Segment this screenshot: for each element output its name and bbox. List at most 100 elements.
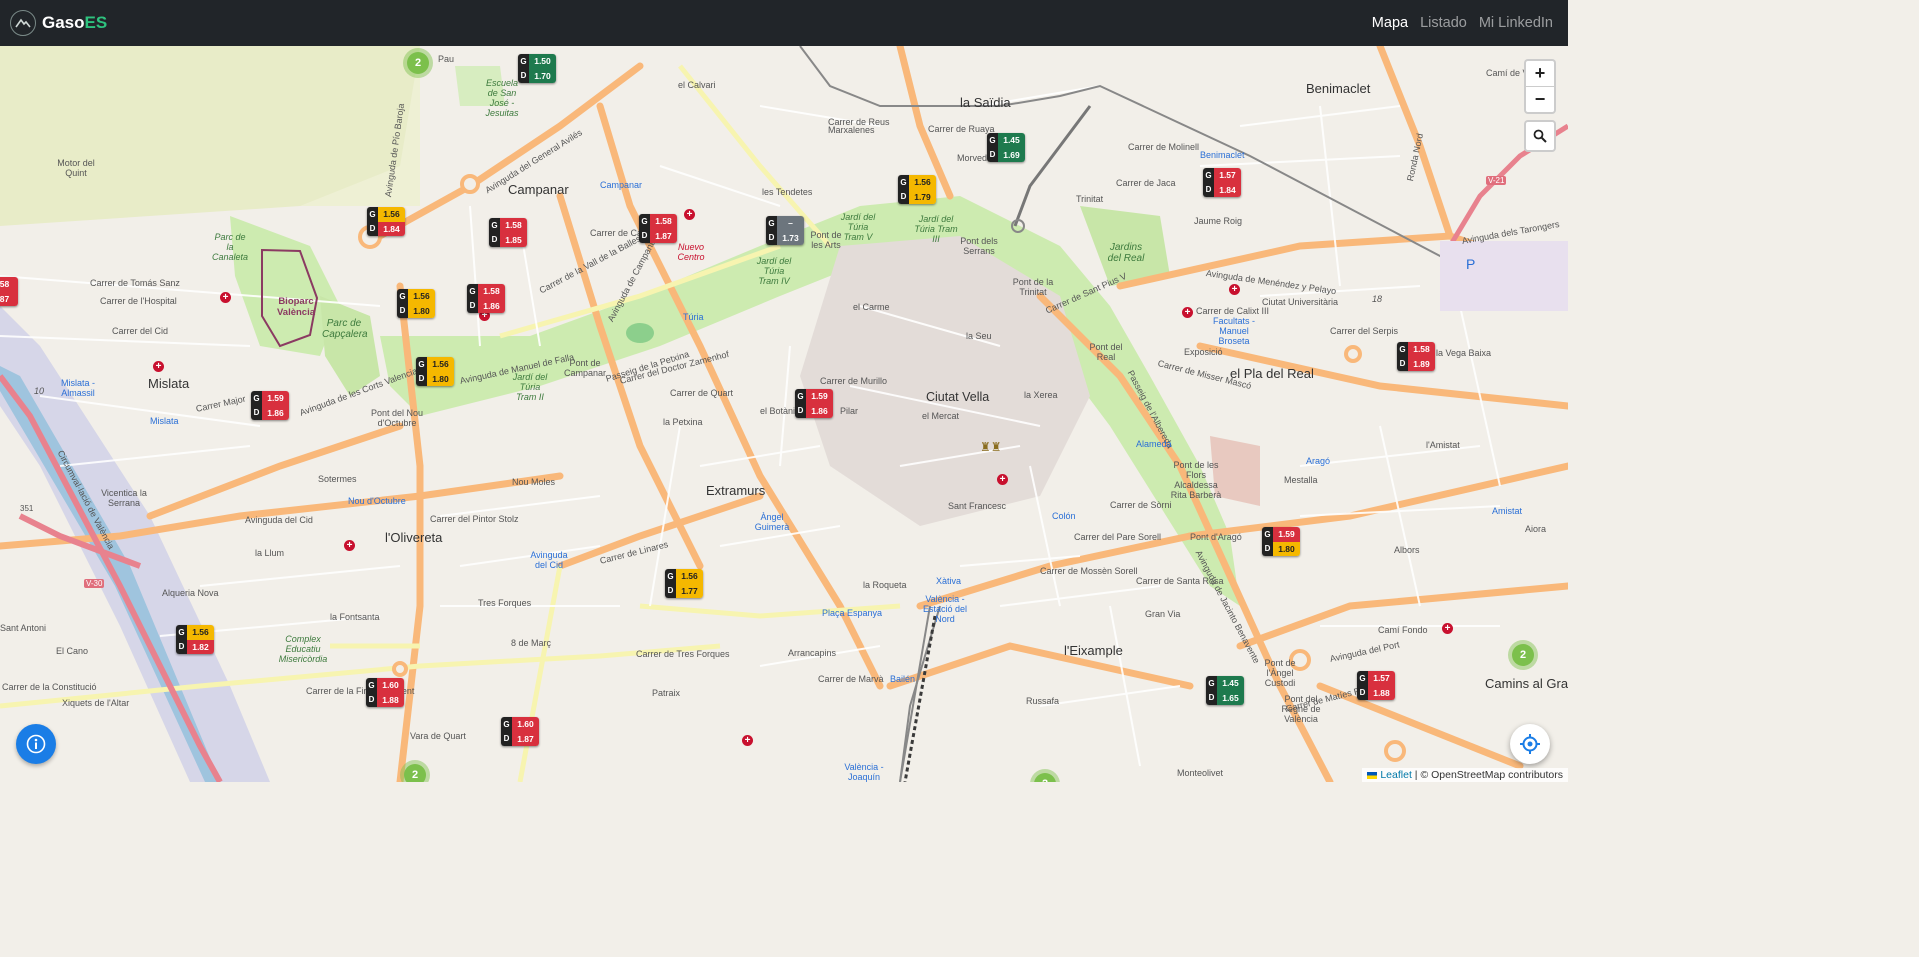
fuel-station-marker[interactable]: G 1.56 D 1.80 [397, 289, 435, 318]
zoom-out-button[interactable]: − [1526, 86, 1554, 112]
neighborhood-label: Patraix [652, 688, 681, 698]
pharmacy-icon[interactable]: + [742, 735, 753, 746]
fuel-station-marker[interactable]: G 1.59 D 1.80 [1262, 527, 1300, 556]
neighborhood-label: Vara de Quart [410, 731, 466, 741]
gasoline-price-row: G 1.60 [501, 717, 539, 732]
fuel-station-marker[interactable]: G 1.50 D 1.70 [518, 54, 556, 83]
diesel-price: 1.88 [377, 692, 404, 707]
neighborhood-label: la Roqueta [863, 580, 907, 590]
diesel-price-row: D87 [0, 291, 18, 306]
road-shield: V-30 [84, 579, 105, 588]
fuel-station-marker[interactable]: G 1.58 D 1.87 [639, 214, 677, 243]
fuel-station-marker[interactable]: G 1.57 D 1.88 [1357, 671, 1395, 700]
pharmacy-icon[interactable]: + [1229, 284, 1240, 295]
fuel-station-marker[interactable]: G 1.58 D 1.86 [467, 284, 505, 313]
gasoline-price: 1.58 [650, 214, 677, 229]
leaflet-link[interactable]: Leaflet [1380, 769, 1412, 781]
neighborhood-label: El Cano [56, 646, 89, 656]
fuel-station-marker[interactable]: G 1.45 D 1.65 [1206, 676, 1244, 705]
nav-link-linkedin[interactable]: Mi LinkedIn [1479, 15, 1553, 31]
pharmacy-icon[interactable]: + [1442, 623, 1453, 634]
diesel-price-row: D 1.89 [1397, 356, 1435, 371]
station-cluster[interactable]: 2 [404, 764, 426, 782]
search-button[interactable] [1524, 120, 1556, 152]
gasoline-price: 1.45 [998, 133, 1025, 148]
fuel-station-marker[interactable]: G 1.56 D 1.82 [176, 625, 214, 654]
fuel-station-marker[interactable]: G 1.56 D 1.79 [898, 175, 936, 204]
fuel-station-marker[interactable]: G 1.58 D 1.89 [1397, 342, 1435, 371]
info-button[interactable] [16, 724, 56, 764]
neighborhood-label: Russafa [1026, 696, 1060, 706]
diesel-price-row: D 1.70 [518, 68, 556, 83]
diesel-letter: D [639, 228, 650, 243]
street-label: Carrer de Marvà [818, 674, 884, 684]
locate-button[interactable] [1510, 724, 1550, 764]
osm-attribution: | © OpenStreetMap contributors [1414, 769, 1563, 781]
park-label: Nuevo Centro [677, 242, 705, 262]
fuel-station-marker[interactable]: G 1.56 D 1.84 [367, 207, 405, 236]
fuel-station-marker[interactable]: G 1.56 D 1.77 [665, 569, 703, 598]
diesel-price: 1.86 [806, 403, 833, 418]
station-cluster[interactable]: 2 [1512, 644, 1534, 666]
gasoline-price: 1.56 [408, 289, 435, 304]
gasoline-price: 1.59 [1273, 527, 1300, 542]
bridge-label: Pont de l'Àngel Custodi [1264, 658, 1296, 688]
diesel-letter: D [251, 405, 262, 420]
gasoline-price-row: G 1.59 [1262, 527, 1300, 542]
district-label: la Saïdia [960, 95, 1011, 110]
brand[interactable]: GasoES [10, 10, 107, 36]
diesel-price-row: D 1.65 [1206, 690, 1244, 705]
gasoline-price: 1.57 [1214, 168, 1241, 183]
map-view[interactable]: Campanar Ciutat Vella Extramurs Mislata … [0, 46, 1568, 782]
fuel-station-marker[interactable]: G – D 1.73 [766, 216, 804, 245]
map-attribution: Leaflet | © OpenStreetMap contributors [1362, 768, 1568, 782]
bioparc-label: Bioparc València [276, 296, 316, 318]
zoom-in-button[interactable]: + [1526, 61, 1554, 86]
diesel-letter: D [489, 232, 500, 247]
neighborhood-label: el Mercat [922, 411, 960, 421]
metro-label: Àngel Guimerà [754, 512, 790, 532]
street-label: Carrer de Jaca [1116, 178, 1176, 188]
diesel-letter: D [501, 731, 512, 746]
fuel-station-marker[interactable]: G58D87 [0, 277, 18, 306]
diesel-price: 1.77 [676, 583, 703, 598]
monument-icon[interactable]: ♜♜ [980, 440, 1002, 454]
street-label: Carrer de la Constitució [2, 682, 97, 692]
neighborhood-label: el Botànic [760, 406, 800, 416]
neighborhood-label: Tres Forques [478, 598, 532, 608]
street-label: Carrer de Murillo [820, 376, 888, 386]
fuel-station-marker[interactable]: G 1.58 D 1.85 [489, 218, 527, 247]
diesel-price: 1.84 [378, 221, 405, 236]
fuel-station-marker[interactable]: G 1.60 D 1.87 [501, 717, 539, 746]
fuel-station-marker[interactable]: G 1.59 D 1.86 [795, 389, 833, 418]
station-cluster[interactable]: 2 [407, 52, 429, 74]
pharmacy-icon[interactable]: + [684, 209, 695, 220]
gasoline-price-row: G 1.56 [397, 289, 435, 304]
pharmacy-icon[interactable]: + [153, 361, 164, 372]
metro-label: Mislata - Almassil [60, 378, 95, 398]
fuel-station-marker[interactable]: G 1.56 D 1.80 [416, 357, 454, 386]
neighborhood-label: Exposició [1184, 347, 1223, 357]
brand-name: GasoES [42, 13, 108, 32]
diesel-price-row: D 1.84 [367, 221, 405, 236]
pharmacy-icon[interactable]: + [997, 474, 1008, 485]
diesel-price-row: D 1.86 [467, 298, 505, 313]
fuel-station-marker[interactable]: G 1.60 D 1.88 [366, 678, 404, 707]
neighborhood-label: Arrancapins [788, 648, 837, 658]
street-label: Carrer del Pintor Stolz [430, 514, 519, 524]
diesel-price: 1.89 [1408, 356, 1435, 371]
pharmacy-icon[interactable]: + [344, 540, 355, 551]
nav-link-mapa[interactable]: Mapa [1372, 15, 1408, 31]
diesel-letter: D [1203, 182, 1214, 197]
neighborhood-label: Ciutat Universitària [1262, 297, 1339, 307]
gasoline-letter: G [501, 717, 512, 732]
fuel-station-marker[interactable]: G 1.45 D 1.69 [987, 133, 1025, 162]
diesel-letter: D [467, 298, 478, 313]
fuel-station-marker[interactable]: G 1.57 D 1.84 [1203, 168, 1241, 197]
nav-link-listado[interactable]: Listado [1420, 15, 1467, 31]
pharmacy-icon[interactable]: + [220, 292, 231, 303]
gasoline-price-row: G 1.56 [898, 175, 936, 190]
fuel-station-marker[interactable]: G 1.59 D 1.86 [251, 391, 289, 420]
gasoline-price: 1.56 [676, 569, 703, 584]
pharmacy-icon[interactable]: + [1182, 307, 1193, 318]
